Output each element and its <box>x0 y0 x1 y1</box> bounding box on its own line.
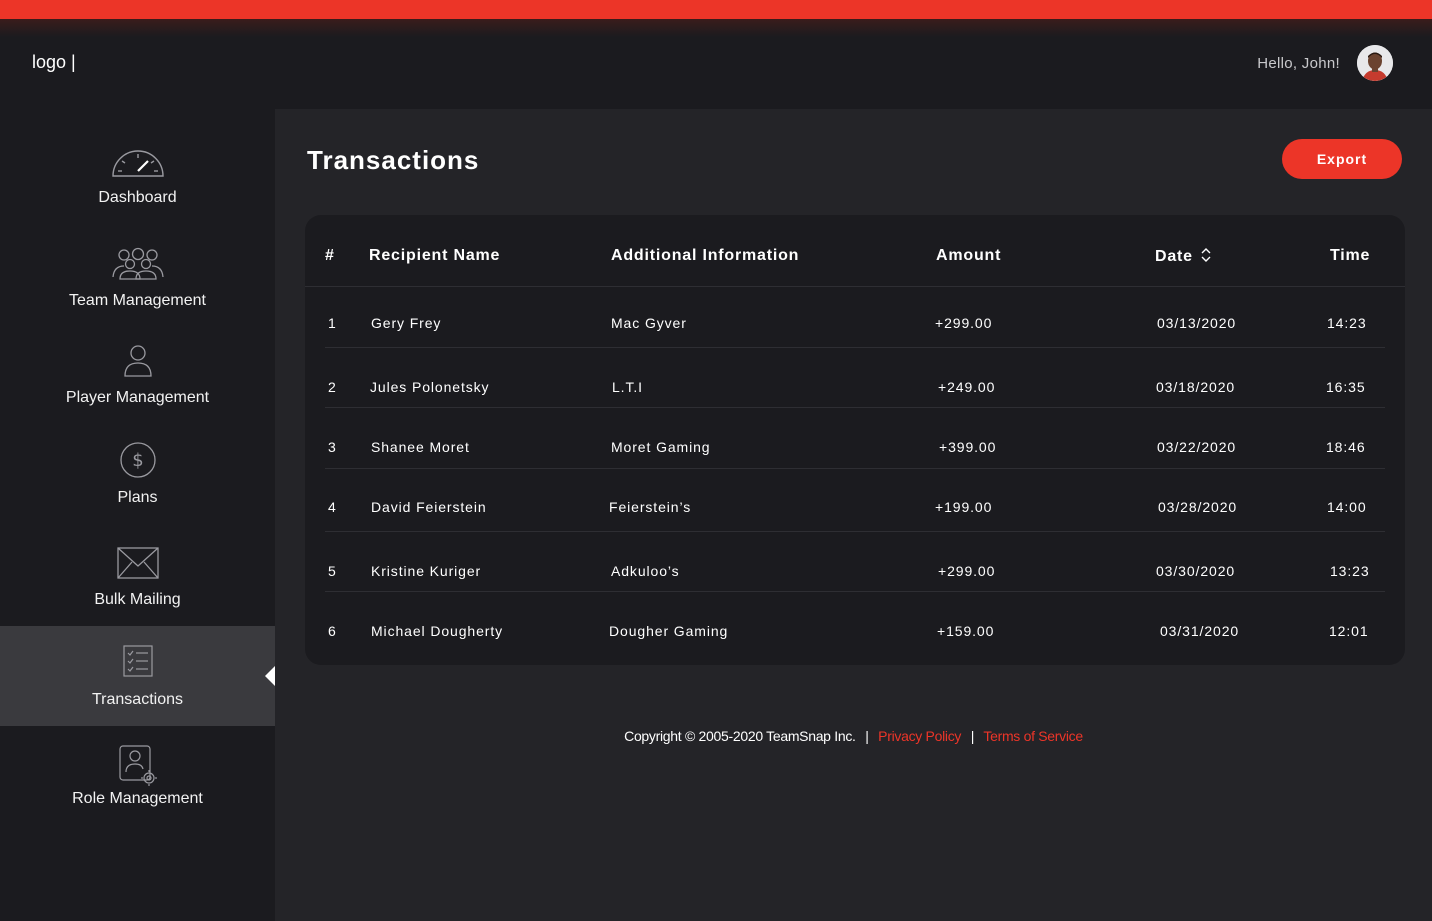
cell-time: 13:23 <box>1330 563 1370 579</box>
table-row[interactable]: 1 Gery Frey Mac Gyver +299.00 03/13/2020… <box>305 295 1405 355</box>
sidebar: Dashboard Team Management Player Managem… <box>0 109 275 921</box>
cell-date: 03/28/2020 <box>1158 499 1238 515</box>
header-divider <box>305 286 1405 287</box>
top-accent-bar <box>0 0 1432 19</box>
footer-separator: | <box>865 728 869 744</box>
cell-amount: +249.00 <box>938 379 996 395</box>
cell-info: L.T.I <box>612 379 643 395</box>
sidebar-item-player-management[interactable]: Player Management <box>0 326 275 426</box>
cell-time: 14:00 <box>1327 499 1367 515</box>
cell-recipient: Gery Frey <box>371 315 442 331</box>
row-divider <box>325 347 1385 348</box>
cell-number: 6 <box>328 623 337 639</box>
cell-recipient: Shanee Moret <box>371 439 470 455</box>
row-divider <box>325 531 1385 532</box>
envelope-icon <box>116 547 159 579</box>
main-content: Transactions Export # Recipient Name Add… <box>275 109 1432 921</box>
cell-number: 3 <box>328 439 337 455</box>
cell-date: 03/13/2020 <box>1157 315 1237 331</box>
privacy-policy-link[interactable]: Privacy Policy <box>878 728 961 744</box>
cell-recipient: Michael Dougherty <box>371 623 504 639</box>
table-row[interactable]: 4 David Feierstein Feierstein’s +199.00 … <box>305 479 1405 539</box>
cell-amount: +299.00 <box>938 563 996 579</box>
cell-number: 2 <box>328 379 337 395</box>
column-header-recipient[interactable]: Recipient Name <box>369 247 500 265</box>
table-row[interactable]: 3 Shanee Moret Moret Gaming +399.00 03/2… <box>305 419 1405 479</box>
cell-number: 1 <box>328 315 337 331</box>
cell-time: 16:35 <box>1326 379 1366 395</box>
sidebar-item-transactions[interactable]: Transactions <box>0 626 275 726</box>
sidebar-item-dashboard[interactable]: Dashboard <box>0 126 275 226</box>
column-header-date-label: Date <box>1155 248 1193 265</box>
column-header-date[interactable]: Date <box>1155 247 1212 266</box>
speedometer-icon <box>111 150 164 177</box>
sidebar-item-label: Player Management <box>65 389 210 406</box>
column-header-amount[interactable]: Amount <box>936 247 1001 265</box>
row-divider <box>325 591 1385 592</box>
avatar-image <box>1357 45 1393 81</box>
checklist-icon <box>122 645 153 677</box>
row-divider <box>325 468 1385 469</box>
table-row[interactable]: 2 Jules Polonetsky L.T.I +249.00 03/18/2… <box>305 359 1405 419</box>
transactions-table: # Recipient Name Additional Information … <box>305 215 1405 665</box>
sort-icon[interactable] <box>1200 247 1212 263</box>
cell-amount: +159.00 <box>937 623 995 639</box>
cell-info: Moret Gaming <box>611 439 711 455</box>
sidebar-item-role-management[interactable]: Role Management <box>0 726 275 826</box>
sidebar-item-team-management[interactable]: Team Management <box>0 229 275 329</box>
svg-text:$: $ <box>132 450 143 471</box>
sidebar-item-label: Plans <box>117 489 158 506</box>
cell-date: 03/18/2020 <box>1156 379 1236 395</box>
row-divider <box>325 407 1385 408</box>
cell-date: 03/30/2020 <box>1156 563 1236 579</box>
dollar-icon: $ <box>119 442 156 478</box>
terms-of-service-link[interactable]: Terms of Service <box>983 728 1083 744</box>
cell-recipient: Jules Polonetsky <box>370 379 490 395</box>
cell-info: Adkuloo’s <box>611 563 680 579</box>
sidebar-item-label: Role Management <box>72 790 203 807</box>
page-title: Transactions <box>307 145 480 175</box>
cell-date: 03/31/2020 <box>1160 623 1240 639</box>
table-row[interactable]: 6 Michael Dougherty Dougher Gaming +159.… <box>305 603 1405 663</box>
active-caret-icon <box>265 666 275 686</box>
cell-date: 03/22/2020 <box>1157 439 1237 455</box>
column-header-time[interactable]: Time <box>1330 247 1370 265</box>
cell-info: Feierstein’s <box>609 499 692 515</box>
export-button[interactable]: Export <box>1282 139 1402 179</box>
cell-time: 12:01 <box>1329 623 1369 639</box>
app-header: logo | Hello, John! <box>0 19 1432 109</box>
cell-amount: +299.00 <box>935 315 993 331</box>
sidebar-item-bulk-mailing[interactable]: Bulk Mailing <box>0 526 275 626</box>
cell-number: 4 <box>328 499 337 515</box>
table-row[interactable]: 5 Kristine Kuriger Adkuloo’s +299.00 03/… <box>305 543 1405 603</box>
footer-separator: | <box>970 728 975 744</box>
column-header-number: # <box>325 247 335 264</box>
sidebar-item-label: Dashboard <box>98 189 177 206</box>
sidebar-item-plans[interactable]: $ Plans <box>0 426 275 526</box>
sidebar-item-label: Bulk Mailing <box>94 591 181 608</box>
cell-time: 14:23 <box>1327 315 1367 331</box>
cell-amount: +399.00 <box>939 439 997 455</box>
cell-recipient: David Feierstein <box>371 499 487 515</box>
cell-number: 5 <box>328 563 337 579</box>
sidebar-item-label: Team Management <box>69 292 206 309</box>
user-greeting: Hello, John! <box>1257 55 1340 72</box>
copyright-text: Copyright © 2005-2020 TeamSnap Inc. <box>624 728 856 744</box>
footer: Copyright © 2005-2020 TeamSnap Inc. | Pr… <box>275 728 1432 744</box>
cell-info: Dougher Gaming <box>609 623 729 639</box>
user-settings-icon <box>118 745 157 786</box>
team-icon <box>111 247 164 280</box>
avatar[interactable] <box>1357 45 1393 81</box>
column-header-info[interactable]: Additional Information <box>611 247 799 265</box>
cell-recipient: Kristine Kuriger <box>371 563 482 579</box>
logo[interactable]: logo | <box>32 52 76 73</box>
user-icon <box>123 345 152 377</box>
sidebar-item-label: Transactions <box>92 691 183 708</box>
cell-time: 18:46 <box>1326 439 1366 455</box>
cell-amount: +199.00 <box>935 499 993 515</box>
cell-info: Mac Gyver <box>611 315 687 331</box>
